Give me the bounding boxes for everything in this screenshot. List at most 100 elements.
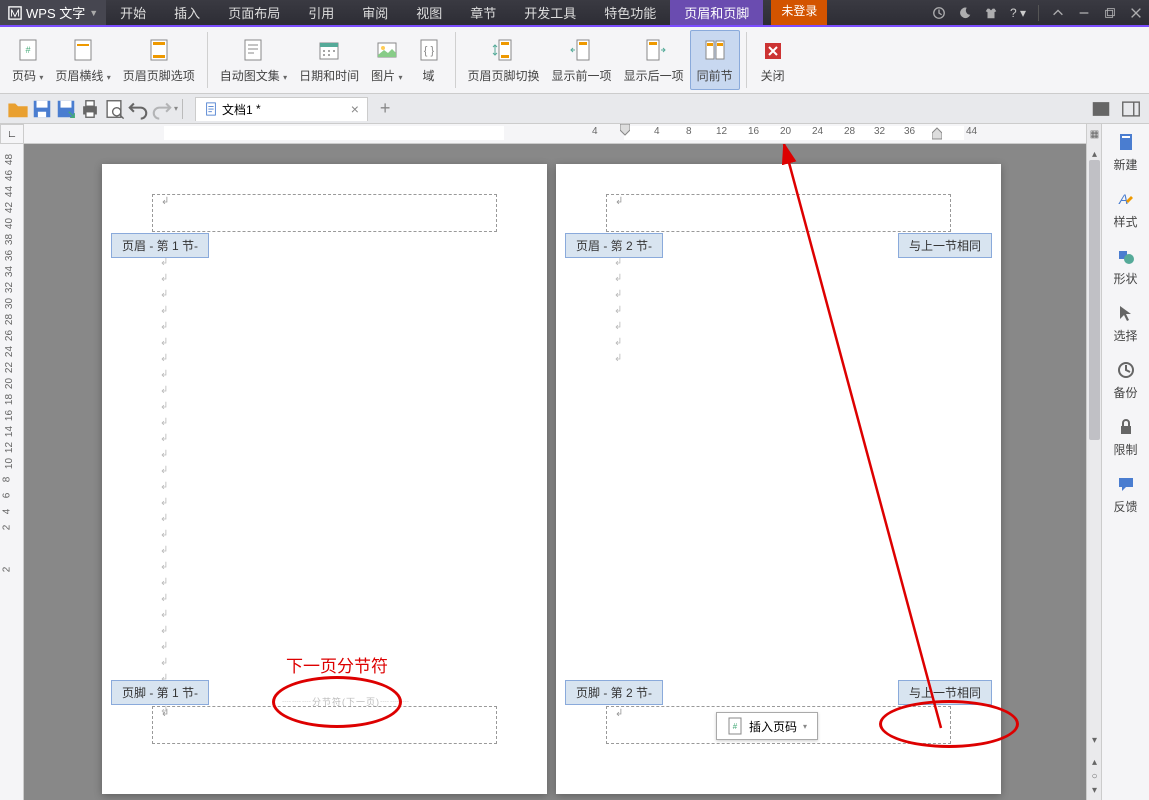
insert-pagenum-icon: #: [727, 717, 743, 735]
print-button[interactable]: [79, 98, 101, 120]
scroll-thumb[interactable]: [1089, 160, 1100, 440]
page2-body-marks: ↲↲↲↲↲↲↲↲: [614, 239, 622, 367]
sidebar-shape[interactable]: 形状: [1102, 238, 1149, 295]
picture-label: 图片: [371, 69, 395, 83]
horizontal-ruler[interactable]: 4 4 8 12 16 20 24 28 32 36 44: [24, 124, 1086, 144]
add-tab-button[interactable]: +: [380, 98, 391, 119]
scroll-top-button[interactable]: ▦: [1087, 124, 1102, 144]
hf-switch-label: 页眉页脚切换: [468, 67, 540, 84]
app-dropdown-icon[interactable]: ▼: [89, 8, 98, 18]
scroll-down-button[interactable]: ▾: [1087, 730, 1102, 750]
title-bar: WPS 文字 ▼ 开始 插入 页面布局 引用 审阅 视图 章节 开发工具 特色功…: [0, 0, 1149, 27]
hf-options-label: 页眉页脚选项: [123, 67, 195, 84]
page1-header-zone[interactable]: ↲ 页眉 - 第 1 节-: [152, 194, 497, 232]
page-number-button[interactable]: # 页码 ▾: [6, 30, 49, 90]
section-break-mark: ┈┈┈分节符(下一页)┈┈┈: [282, 695, 410, 708]
autotext-button[interactable]: 自动图文集 ▾: [214, 30, 293, 90]
sidebar-backup[interactable]: 备份: [1102, 352, 1149, 409]
ribbon-collapse-icon[interactable]: [1051, 6, 1065, 20]
hf-options-icon: [145, 37, 173, 65]
minimize-icon[interactable]: [1077, 6, 1091, 20]
vertical-ruler[interactable]: 48 46 44 42 40 38 36 34 32 30 28 26 24 2…: [0, 144, 24, 800]
insert-page-number-button[interactable]: # 插入页码 ▾: [716, 712, 818, 740]
insert-pagenum-label: 插入页码: [749, 718, 797, 735]
show-prev-button[interactable]: 显示前一项: [546, 30, 618, 90]
tab-view[interactable]: 视图: [402, 0, 456, 25]
next-page-button[interactable]: ▾: [1087, 780, 1102, 800]
document-area[interactable]: ↲ 页眉 - 第 1 节- ↲↲↲↲↲↲↲↲↲↲↲↲↲↲↲↲↲↲↲↲↲↲↲↲↲↲…: [24, 144, 1086, 800]
page-number-label: 页码: [12, 69, 36, 83]
show-next-label: 显示后一项: [624, 67, 684, 84]
saveas-button[interactable]: [55, 98, 77, 120]
sidebar-feedback[interactable]: 反馈: [1102, 466, 1149, 523]
tab-section[interactable]: 章节: [456, 0, 510, 25]
same-as-prev-label: 同前节: [697, 67, 733, 84]
same-as-prev-icon: [701, 37, 729, 65]
tab-headerfooter[interactable]: 页眉和页脚: [670, 0, 763, 25]
ruler-corner[interactable]: ∟: [0, 124, 24, 144]
datetime-button[interactable]: 日期和时间: [293, 30, 365, 90]
tab-references[interactable]: 引用: [294, 0, 348, 25]
hf-options-button[interactable]: 页眉页脚选项: [117, 30, 201, 90]
login-badge[interactable]: 未登录: [771, 0, 827, 25]
skin-icon[interactable]: [984, 6, 998, 20]
sidebar-new[interactable]: 新建: [1102, 124, 1149, 181]
save-button[interactable]: [31, 98, 53, 120]
open-button[interactable]: [7, 98, 29, 120]
tab-home[interactable]: 开始: [106, 0, 160, 25]
app-name: WPS 文字: [26, 3, 85, 22]
autotext-icon: [239, 37, 267, 65]
tab-special[interactable]: 特色功能: [590, 0, 670, 25]
show-next-icon: [640, 37, 668, 65]
close-hf-label: 关闭: [761, 67, 785, 84]
same-as-prev-button[interactable]: 同前节: [690, 30, 740, 90]
maximize-icon[interactable]: [1103, 6, 1117, 20]
sync-icon[interactable]: [932, 6, 946, 20]
show-next-button[interactable]: 显示后一项: [618, 30, 690, 90]
app-logo[interactable]: WPS 文字 ▼: [0, 0, 106, 25]
select-icon: [1116, 303, 1136, 323]
close-icon[interactable]: [1129, 6, 1143, 20]
tab-review[interactable]: 审阅: [348, 0, 402, 25]
page1-footer-zone[interactable]: ↲ 页脚 - 第 1 节-: [152, 706, 497, 744]
show-prev-label: 显示前一项: [552, 67, 612, 84]
redo-button[interactable]: [151, 98, 173, 120]
close-hf-icon: [759, 37, 787, 65]
sidebar-style[interactable]: A 样式: [1102, 181, 1149, 238]
backup-icon: [1116, 360, 1136, 380]
print-preview-button[interactable]: [103, 98, 125, 120]
tab-insert[interactable]: 插入: [160, 0, 214, 25]
doctab-name: 文档1: [222, 101, 253, 118]
field-icon: { }: [415, 37, 443, 65]
moon-icon[interactable]: [958, 6, 972, 20]
page1-footer-tag: 页脚 - 第 1 节-: [111, 680, 209, 705]
svg-text:A: A: [1118, 191, 1128, 207]
menu-tabs: 开始 插入 页面布局 引用 审阅 视图 章节 开发工具 特色功能 页眉和页脚 未…: [106, 0, 827, 25]
header-line-icon: [69, 37, 97, 65]
close-hf-button[interactable]: 关闭: [753, 30, 793, 90]
header-line-button[interactable]: 页眉横线 ▾: [49, 30, 116, 90]
picture-button[interactable]: 图片 ▾: [365, 30, 408, 90]
datetime-icon: [315, 37, 343, 65]
indent-marker-right[interactable]: [932, 124, 942, 142]
undo-button[interactable]: [127, 98, 149, 120]
page2-header-zone[interactable]: ↲ 页眉 - 第 2 节- 与上一节相同: [606, 194, 951, 232]
indent-marker-left[interactable]: [620, 124, 630, 142]
view-mode-button[interactable]: [1090, 98, 1112, 120]
autotext-label: 自动图文集: [220, 69, 280, 83]
doctab-close-icon[interactable]: ×: [351, 101, 359, 117]
scroll-tools: ▦ ▴ ▾ ▴ ○ ▾: [1086, 124, 1101, 800]
panel-toggle-button[interactable]: [1120, 98, 1142, 120]
document-tab[interactable]: 文档1 * ×: [195, 97, 368, 121]
page1-body-marks: ↲↲↲↲↲↲↲↲↲↲↲↲↲↲↲↲↲↲↲↲↲↲↲↲↲↲↲↲↲↲: [160, 239, 168, 719]
svg-text:#: #: [733, 722, 738, 731]
hf-switch-button[interactable]: 页眉页脚切换: [462, 30, 546, 90]
sidebar-select[interactable]: 选择: [1102, 295, 1149, 352]
sidebar-restrict[interactable]: 限制: [1102, 409, 1149, 466]
tab-devtools[interactable]: 开发工具: [510, 0, 590, 25]
page2-header-same: 与上一节相同: [898, 233, 992, 258]
tab-layout[interactable]: 页面布局: [214, 0, 294, 25]
field-button[interactable]: { } 域: [409, 30, 449, 90]
quick-access-toolbar: ▾ 文档1 * × +: [0, 94, 1149, 124]
help-icon[interactable]: ? ▾: [1010, 6, 1026, 20]
